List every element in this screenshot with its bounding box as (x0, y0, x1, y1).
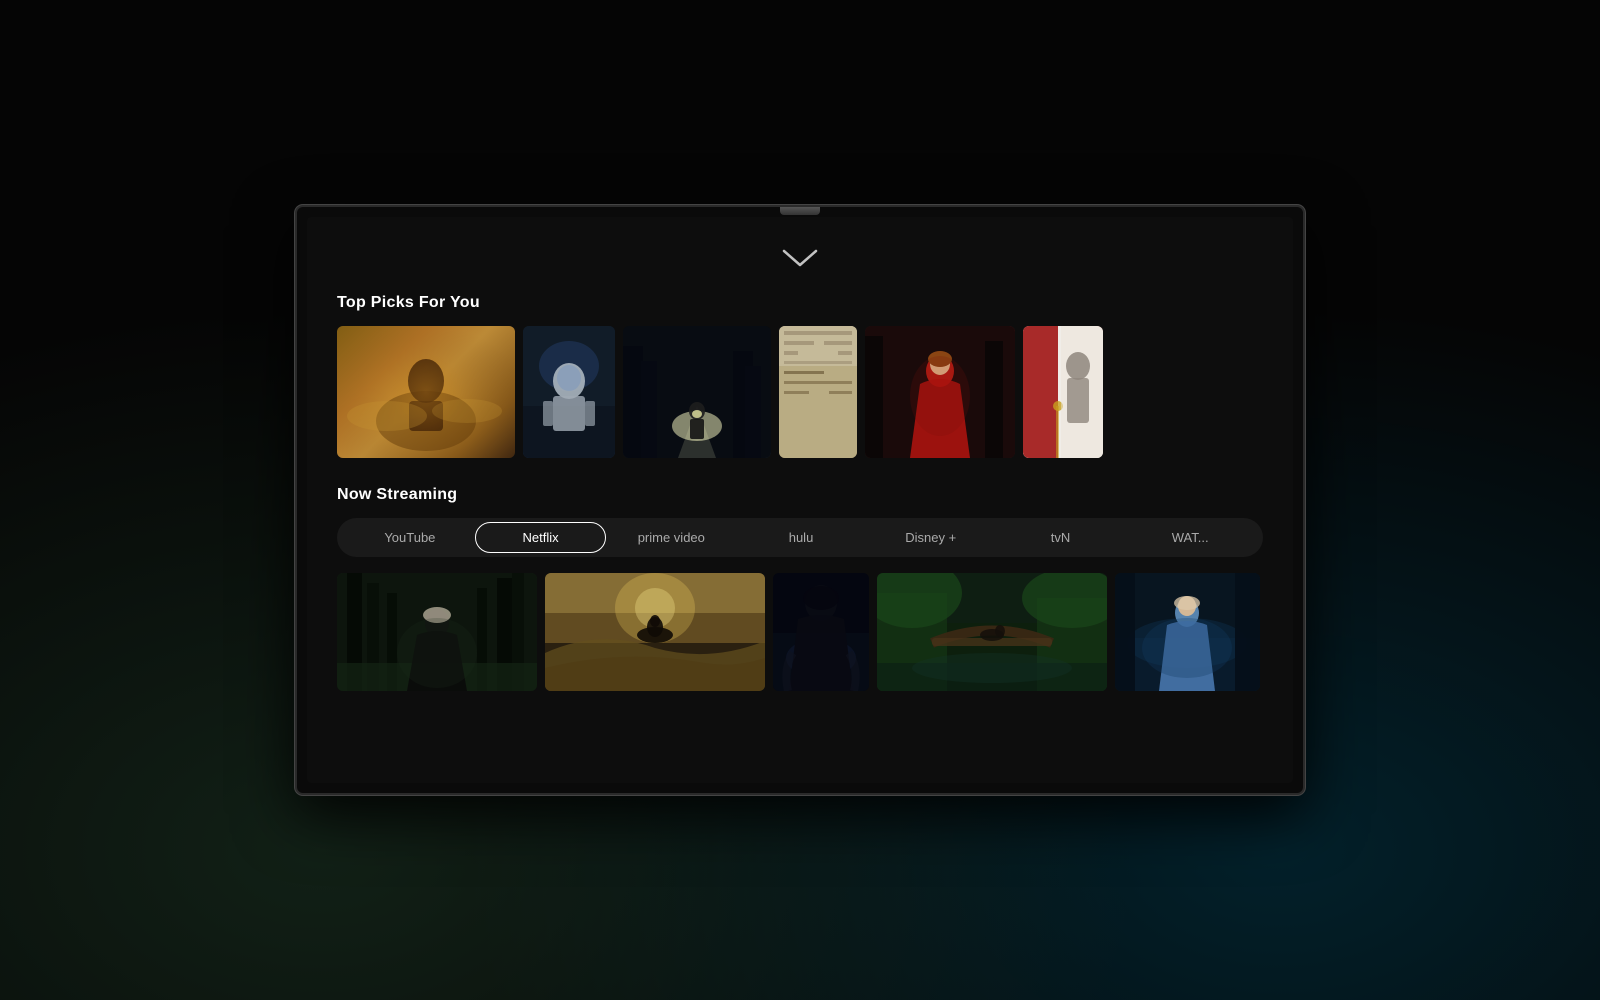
top-picks-section: Top Picks For You (337, 294, 1263, 458)
tab-netflix[interactable]: Netflix (475, 522, 607, 553)
tab-watcha[interactable]: WAT... (1125, 523, 1255, 552)
thumb-inner (337, 326, 515, 458)
tv-screen: Top Picks For You (307, 217, 1293, 783)
stream-thumb-forest-girl[interactable] (337, 573, 537, 691)
service-tabs-bar: YouTube Netflix prime video hulu Disney … (337, 518, 1263, 557)
tab-prime[interactable]: prime video (606, 523, 736, 552)
thumbnail-maze[interactable] (779, 326, 857, 458)
red-hood-scene (865, 326, 1015, 458)
now-streaming-section: Now Streaming YouTube Netflix prime vide… (337, 486, 1263, 691)
blue-forest-scene (1115, 573, 1260, 691)
thumbnail-red-hood[interactable] (865, 326, 1015, 458)
astronaut-scene (523, 326, 615, 458)
thumb-inner (865, 326, 1015, 458)
top-picks-title: Top Picks For You (337, 294, 1263, 312)
thumb-inner (773, 573, 869, 691)
thumb-inner (623, 326, 771, 458)
tab-disney[interactable]: Disney + (866, 523, 996, 552)
thumbnail-astronaut[interactable] (523, 326, 615, 458)
tab-youtube[interactable]: YouTube (345, 523, 475, 552)
thumb-inner (337, 573, 537, 691)
thumbnail-dark-forest[interactable] (623, 326, 771, 458)
warrior-scene (337, 326, 515, 458)
brand-logo-area (337, 247, 1263, 269)
stream-thumb-bridge[interactable] (877, 573, 1107, 691)
stream-thumb-reaper[interactable] (773, 573, 869, 691)
thumb-inner (523, 326, 615, 458)
thumb-inner (1115, 573, 1260, 691)
tv-top-notch (780, 207, 820, 215)
thumb-inner (877, 573, 1107, 691)
thumb-inner (545, 573, 765, 691)
reaper-scene (773, 573, 869, 691)
theater-scene (1023, 326, 1103, 458)
tab-tvn[interactable]: tvN (996, 523, 1126, 552)
bridge-scene (877, 573, 1107, 691)
stream-thumb-blue-forest[interactable] (1115, 573, 1260, 691)
thumbnail-theater[interactable] (1023, 326, 1103, 458)
top-picks-row (337, 326, 1263, 458)
thumb-inner (1023, 326, 1103, 458)
streaming-content-row (337, 573, 1263, 691)
thumbnail-desert-warrior[interactable] (337, 326, 515, 458)
thumb-inner (779, 326, 857, 458)
stream-thumb-rider[interactable] (545, 573, 765, 691)
now-streaming-title: Now Streaming (337, 486, 1263, 504)
maze-scene (779, 326, 857, 458)
chevron-icon (780, 247, 820, 269)
forest-light-scene (623, 326, 771, 458)
rider-scene (545, 573, 765, 691)
tv-frame: Top Picks For You (295, 205, 1305, 795)
forest-girl-scene (337, 573, 537, 691)
tab-hulu[interactable]: hulu (736, 523, 866, 552)
